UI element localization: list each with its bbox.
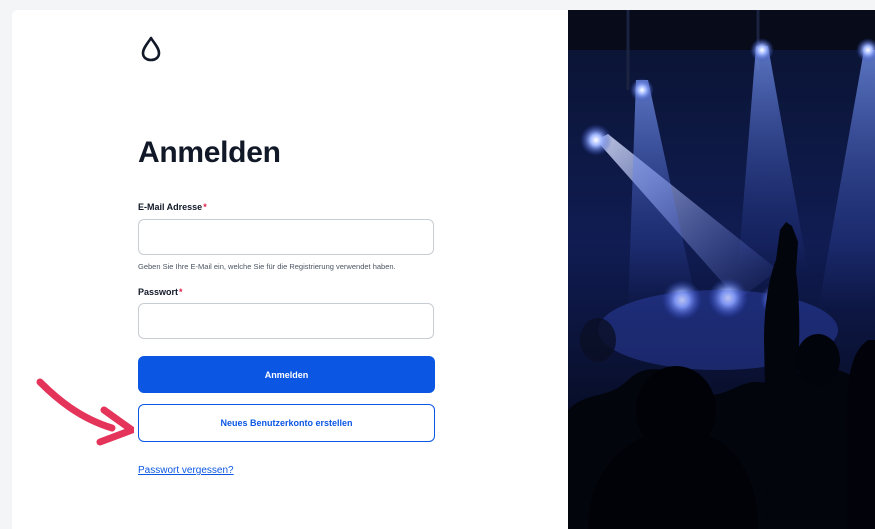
email-label: E-Mail Adresse*: [138, 202, 207, 212]
email-field[interactable]: [138, 219, 434, 255]
login-button[interactable]: Anmelden: [138, 356, 435, 393]
concert-photo: [568, 10, 875, 529]
create-account-button[interactable]: Neues Benutzerkonto erstellen: [138, 404, 435, 442]
forgot-password-link[interactable]: Passwort vergessen?: [138, 465, 234, 476]
password-field[interactable]: [138, 303, 434, 339]
email-required-mark: *: [203, 202, 207, 212]
email-label-text: E-Mail Adresse: [138, 202, 203, 212]
password-label: Passwort*: [138, 287, 183, 297]
login-panel: Anmelden E-Mail Adresse* Geben Sie Ihre …: [12, 10, 568, 529]
concert-illustration: [568, 10, 875, 529]
page-title: Anmelden: [138, 136, 281, 169]
app-frame: Anmelden E-Mail Adresse* Geben Sie Ihre …: [12, 10, 875, 529]
password-label-text: Passwort: [138, 287, 179, 297]
password-required-mark: *: [179, 287, 183, 297]
red-arrow-icon: [36, 378, 134, 446]
droplet-logo-icon: [141, 36, 161, 62]
email-hint: Geben Sie Ihre E-Mail ein, welche Sie fü…: [138, 262, 396, 271]
